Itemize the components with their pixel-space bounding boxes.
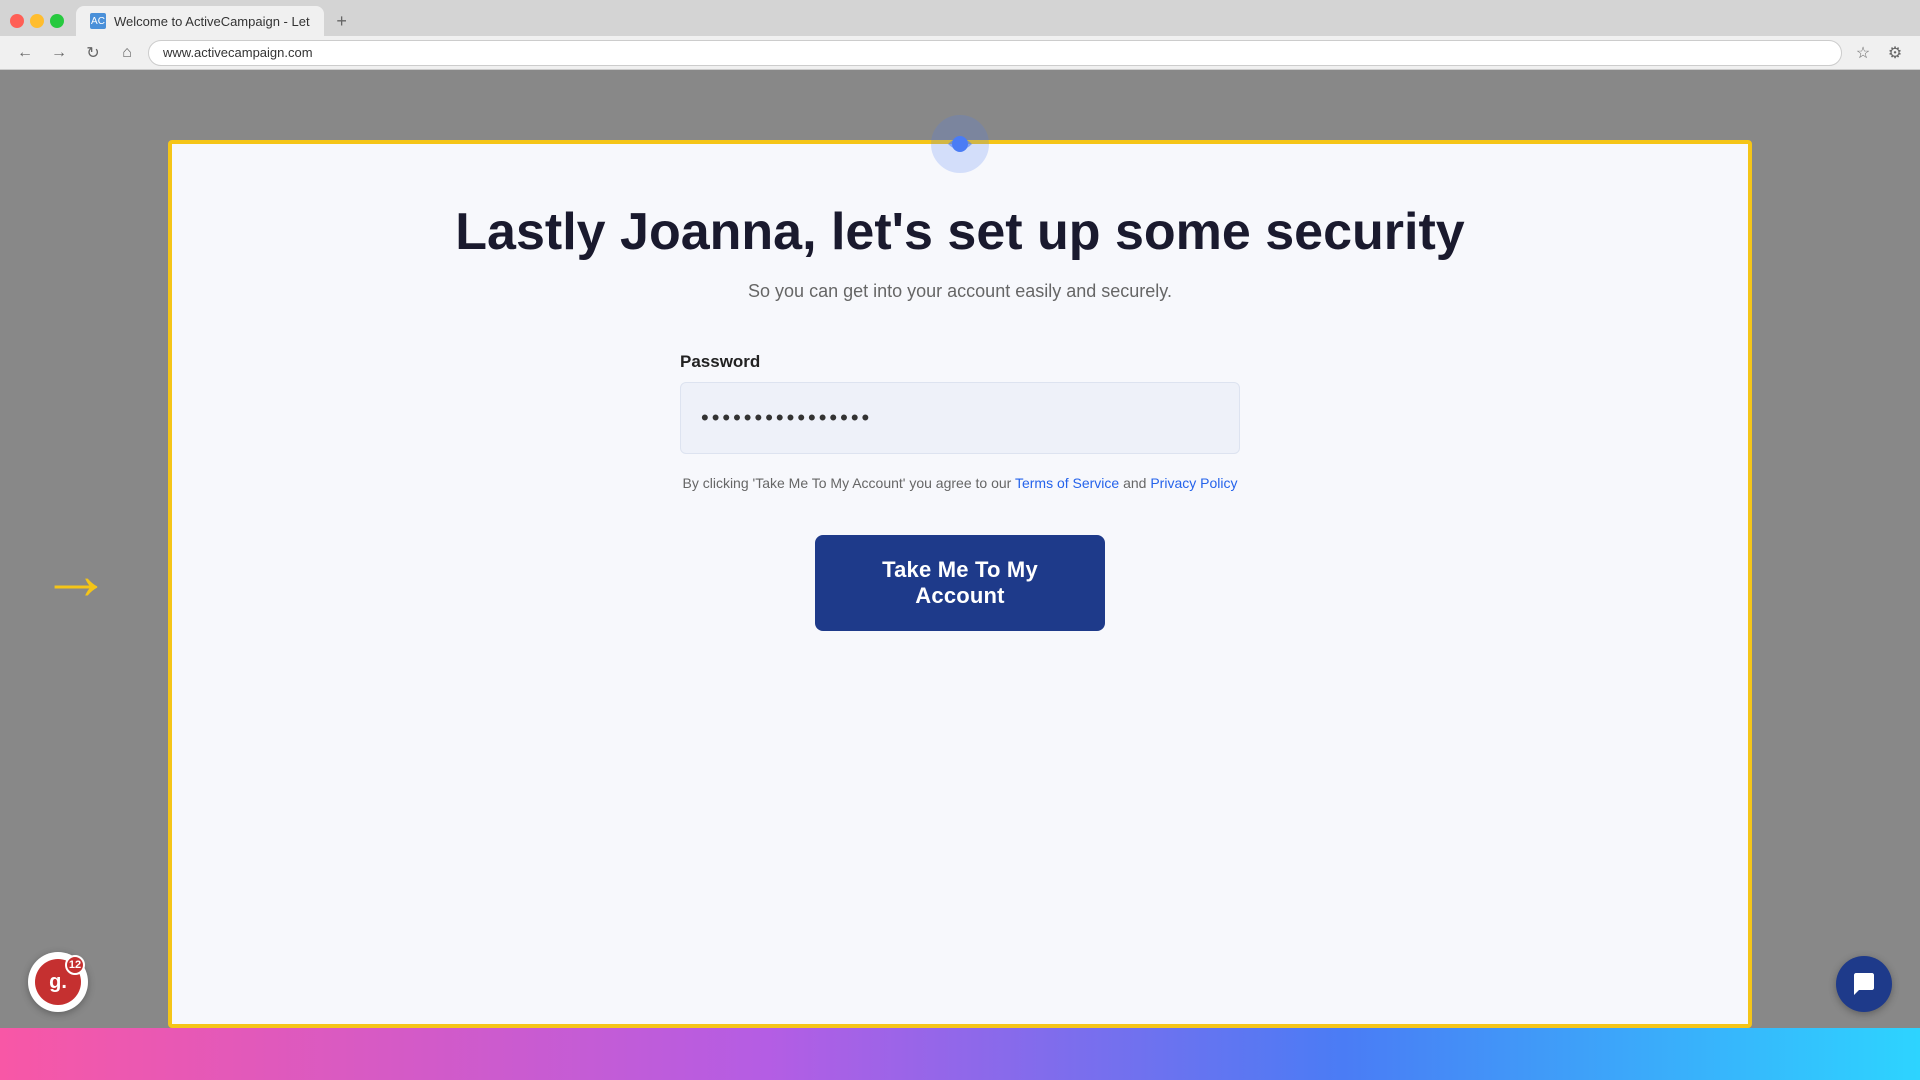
grammarly-icon: g. 12 — [35, 959, 81, 1005]
toolbar-icons: ☆ ⚙ — [1850, 40, 1908, 66]
tab-bar: AC Welcome to ActiveCampaign - Let + — [0, 0, 1920, 36]
bookmark-icon[interactable]: ☆ — [1850, 40, 1876, 66]
yellow-arrow: → — [40, 539, 112, 611]
page-background: → Lastly Joanna, let's set up some secur… — [0, 70, 1920, 1080]
gradient-bar — [0, 1028, 1920, 1080]
chat-icon — [1851, 971, 1877, 997]
terms-agreement-text: By clicking 'Take Me To My Account' you … — [680, 472, 1240, 494]
page-subheading: So you can get into your account easily … — [748, 281, 1172, 302]
minimize-button[interactable] — [30, 14, 44, 28]
address-bar-row: ← → ↻ ⌂ ☆ ⚙ — [0, 36, 1920, 69]
tab-favicon: AC — [90, 13, 106, 29]
form-section: Password By clicking 'Take Me To My Acco… — [680, 352, 1240, 534]
page-heading: Lastly Joanna, let's set up some securit… — [455, 204, 1464, 261]
tab-title: Welcome to ActiveCampaign - Let — [114, 14, 310, 29]
refresh-button[interactable]: ↻ — [80, 40, 106, 66]
close-button[interactable] — [10, 14, 24, 28]
logo-icon — [930, 114, 990, 174]
forward-button[interactable]: → — [46, 40, 72, 66]
password-input[interactable] — [680, 382, 1240, 454]
back-button[interactable]: ← — [12, 40, 38, 66]
active-tab[interactable]: AC Welcome to ActiveCampaign - Let — [76, 6, 324, 36]
terms-of-service-link[interactable]: Terms of Service — [1015, 475, 1119, 491]
extensions-icon[interactable]: ⚙ — [1882, 40, 1908, 66]
grammarly-badge[interactable]: g. 12 — [28, 952, 88, 1012]
password-label: Password — [680, 352, 1240, 372]
traffic-lights — [10, 14, 64, 28]
take-me-to-account-button[interactable]: Take Me To My Account — [815, 535, 1105, 631]
security-setup-card: Lastly Joanna, let's set up some securit… — [168, 140, 1752, 1028]
address-input[interactable] — [148, 40, 1842, 66]
browser-chrome: AC Welcome to ActiveCampaign - Let + ← →… — [0, 0, 1920, 70]
maximize-button[interactable] — [50, 14, 64, 28]
new-tab-button[interactable]: + — [328, 7, 356, 35]
home-button[interactable]: ⌂ — [114, 40, 140, 66]
grammarly-count-badge: 12 — [65, 955, 85, 975]
chat-button[interactable] — [1836, 956, 1892, 1012]
privacy-policy-link[interactable]: Privacy Policy — [1150, 475, 1237, 491]
